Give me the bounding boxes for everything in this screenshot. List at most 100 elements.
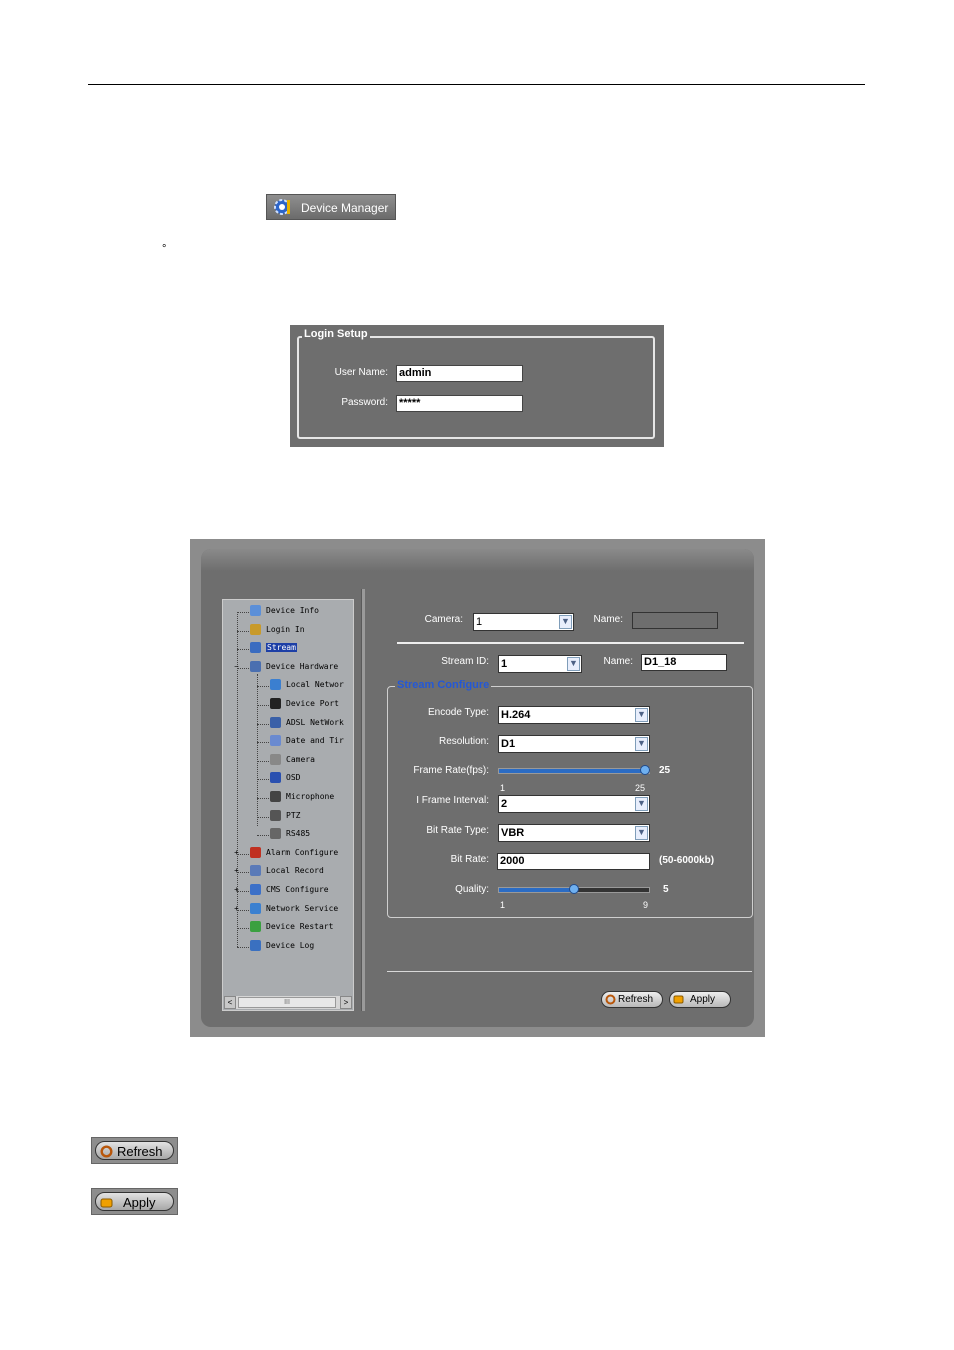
scroll-thumb[interactable]: III xyxy=(238,997,336,1008)
panel-divider xyxy=(361,589,365,1011)
tree-item[interactable]: PTZ xyxy=(270,809,301,824)
quality-label: Quality: xyxy=(455,884,489,895)
tree-item-label: Network Service xyxy=(266,903,339,913)
bit-rate-type-label: Bit Rate Type: xyxy=(426,825,489,836)
chevron-down-icon[interactable]: ▼ xyxy=(635,737,648,751)
apply-label-large: Apply xyxy=(123,1195,156,1210)
iframe-interval-select[interactable]: 2 ▼ xyxy=(498,795,650,813)
apply-button[interactable]: Apply xyxy=(669,991,731,1008)
frame-rate-min: 1 xyxy=(500,783,506,793)
resolution-select[interactable]: D1 ▼ xyxy=(498,735,650,753)
bit-rate-field[interactable]: 2000 xyxy=(497,853,650,870)
service-icon xyxy=(250,902,261,914)
encode-type-select[interactable]: H.264 ▼ xyxy=(498,706,650,724)
tree-item-label: Stream xyxy=(266,643,297,653)
scroll-right-arrow[interactable]: > xyxy=(340,996,352,1009)
tree-connector xyxy=(257,673,258,826)
chevron-down-icon[interactable]: ▼ xyxy=(635,797,648,811)
chevron-down-icon[interactable]: ▼ xyxy=(559,615,572,629)
tree-item[interactable]: CMS Configure xyxy=(250,884,329,898)
user-name-label: User Name: xyxy=(334,367,388,378)
tree-item[interactable]: Device Restart xyxy=(250,921,333,935)
tree-item[interactable]: Device Hardware xyxy=(250,660,338,675)
config-tree: < III > Device Info Login In Stream − Device… xyxy=(222,599,354,1011)
bit-rate-type-select[interactable]: VBR ▼ xyxy=(498,824,650,842)
user-name-field[interactable]: admin xyxy=(396,365,523,382)
apply-button-large[interactable]: Apply xyxy=(91,1188,178,1215)
frame-rate-value: 25 xyxy=(659,765,671,776)
stream-id-select[interactable]: 1 ▼ xyxy=(498,655,582,673)
refresh-button-large[interactable]: Refresh xyxy=(91,1137,178,1164)
microphone-icon xyxy=(270,791,281,802)
tree-item[interactable]: OSD xyxy=(270,772,300,786)
bit-rate-type-value: VBR xyxy=(501,827,525,839)
scroll-left-arrow[interactable]: < xyxy=(224,996,236,1009)
expand-icon[interactable]: + xyxy=(233,848,240,857)
tree-item[interactable]: Device Info xyxy=(250,605,319,619)
expand-icon[interactable]: + xyxy=(233,904,240,913)
tree-item[interactable]: Login In xyxy=(250,623,305,638)
password-field[interactable]: ***** xyxy=(396,395,523,412)
camera-name-field[interactable] xyxy=(632,612,718,629)
tree-item-label: PTZ xyxy=(286,810,301,820)
refresh-button-face: Refresh xyxy=(95,1141,174,1160)
refresh-button[interactable]: Refresh xyxy=(601,991,663,1008)
stream-name-field[interactable]: D1_18 xyxy=(641,654,727,671)
network-icon xyxy=(270,716,281,728)
camera-select-value: 1 xyxy=(476,616,483,628)
tree-item-label: Alarm Configure xyxy=(266,847,339,857)
quality-knob[interactable] xyxy=(569,884,579,894)
login-setup-panel: Login Setup User Name: admin Password: *… xyxy=(290,325,664,447)
tree-horizontal-scrollbar[interactable]: < III > xyxy=(224,996,352,1009)
frame-rate-knob[interactable] xyxy=(640,765,650,775)
stream-id-label: Stream ID: xyxy=(441,656,489,667)
tree-item[interactable]: RS485 xyxy=(270,828,310,842)
frame-rate-slider[interactable] xyxy=(498,765,650,775)
tree-connector xyxy=(237,630,249,632)
expand-icon[interactable]: + xyxy=(233,886,240,894)
login-setup-title: Login Setup xyxy=(302,328,370,340)
tree-item[interactable]: Local Record xyxy=(250,865,324,879)
collapse-icon[interactable]: − xyxy=(233,662,240,671)
tree-item[interactable]: Device Log xyxy=(250,939,314,954)
chevron-down-icon[interactable]: ▼ xyxy=(635,826,648,840)
camera-select[interactable]: 1 ▼ xyxy=(473,613,574,631)
tree-item-label: Camera xyxy=(286,754,315,764)
resolution-value: D1 xyxy=(501,738,516,750)
camera-name-label: Name: xyxy=(593,614,623,625)
tree-item[interactable]: Microphone xyxy=(270,791,334,805)
apply-button-face: Apply xyxy=(95,1192,174,1211)
tree-item[interactable]: Stream xyxy=(250,642,297,656)
device-manager-button[interactable]: Device Manager xyxy=(266,194,396,220)
tree-item[interactable]: Date and Tir xyxy=(270,735,344,749)
section-divider xyxy=(397,642,744,644)
tree-item-label: Local Record xyxy=(266,866,324,876)
tree-item[interactable]: Device Port xyxy=(270,698,339,712)
tree-connector xyxy=(237,928,249,930)
tree-item-label: ADSL NetWork xyxy=(286,717,344,727)
tree-item[interactable]: Camera xyxy=(270,753,315,768)
cms-icon xyxy=(250,884,261,895)
iframe-interval-label: I Frame Interval: xyxy=(416,795,489,806)
tree-connector xyxy=(257,835,269,837)
chevron-down-icon[interactable]: ▼ xyxy=(635,708,648,722)
quality-slider[interactable] xyxy=(498,884,650,894)
tree-connector xyxy=(257,760,269,762)
camera-icon xyxy=(270,753,281,765)
stream-configure-title: Stream Configure xyxy=(395,679,492,691)
expand-icon[interactable]: + xyxy=(233,867,240,875)
camera-label: Camera: xyxy=(424,614,463,625)
resolution-label: Resolution: xyxy=(438,736,489,747)
tree-item[interactable]: ADSL NetWork xyxy=(270,716,344,731)
rs485-icon xyxy=(270,828,281,840)
refresh-label: Refresh xyxy=(618,994,654,1005)
quality-fill xyxy=(499,888,574,892)
tree-item[interactable]: Network Service xyxy=(250,902,339,917)
tree-item[interactable]: Alarm Configure xyxy=(250,846,339,861)
tree-item[interactable]: Local Networ xyxy=(270,679,344,693)
tree-connector xyxy=(257,742,269,744)
chevron-down-icon[interactable]: ▼ xyxy=(567,657,580,671)
restart-icon xyxy=(250,921,261,933)
hardware-icon xyxy=(250,660,261,672)
stream-icon xyxy=(250,642,261,654)
